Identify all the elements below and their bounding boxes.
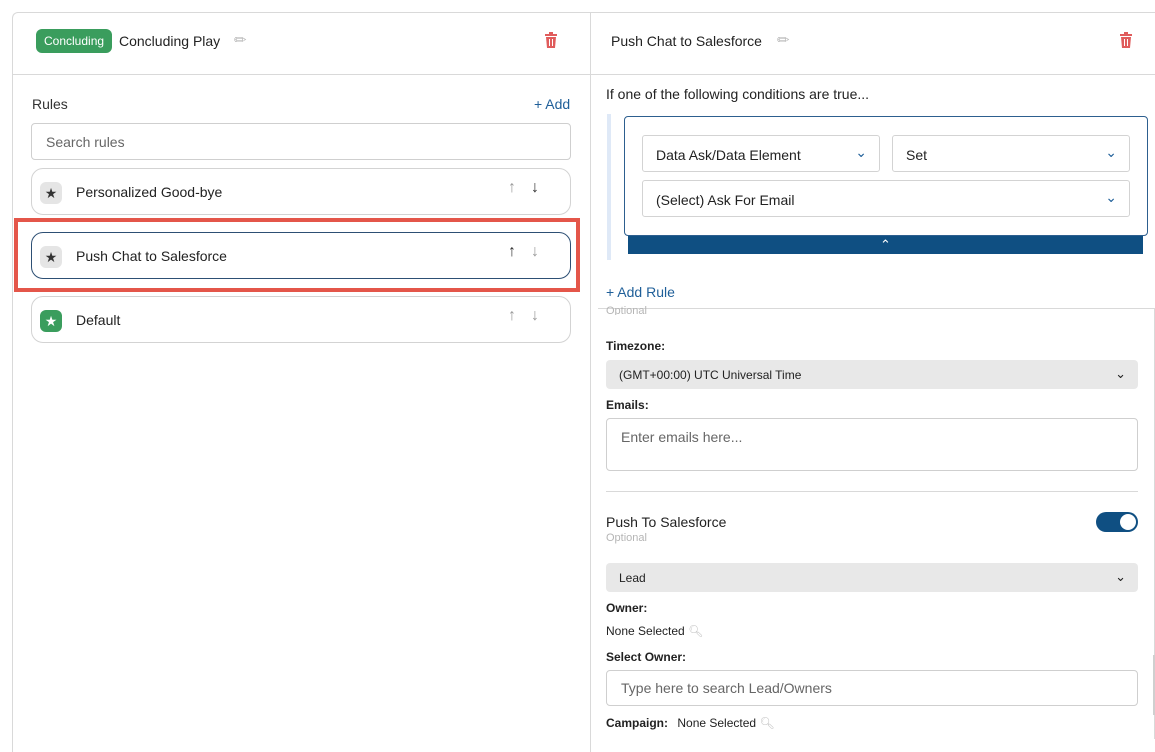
push-to-salesforce-label: Push To Salesforce — [606, 514, 727, 530]
condition-operator-select[interactable]: Set ⌄ — [892, 135, 1130, 172]
magnifier-icon[interactable]: 🔍︎ — [759, 716, 774, 730]
section-divider — [606, 491, 1138, 492]
salesforce-object-value: Lead — [619, 571, 646, 585]
arrow-up-icon[interactable]: ↑ — [508, 307, 516, 325]
trash-icon[interactable] — [1119, 32, 1133, 48]
owner-label: Owner: — [606, 601, 648, 615]
arrow-down-icon[interactable]: ↓ — [531, 179, 539, 197]
rule-title: Push Chat to Salesforce — [611, 33, 762, 49]
campaign-row: Campaign: None Selected 🔍︎ — [606, 716, 775, 730]
rule-item[interactable]: ★ Personalized Good-bye ↑ ↓ — [31, 168, 571, 215]
selection-highlight — [14, 218, 580, 292]
play-title: Concluding Play — [119, 33, 221, 49]
star-icon: ★ — [40, 310, 62, 332]
add-rule-button[interactable]: + Add — [534, 96, 570, 112]
header-divider — [12, 74, 1155, 75]
conditions-heading: If one of the following conditions are t… — [606, 86, 870, 102]
condition-field-value: Data Ask/Data Element — [656, 147, 801, 163]
collapse-condition-button[interactable]: ⌃ — [628, 236, 1143, 254]
rule-item[interactable]: ★ Default ↑ ↓ — [31, 296, 571, 343]
condition-value-select[interactable]: (Select) Ask For Email ⌄ — [642, 180, 1130, 217]
toggle-knob — [1120, 514, 1136, 530]
arrow-up-icon[interactable]: ↑ — [508, 179, 516, 197]
chevron-down-icon: ⌄ — [1115, 569, 1126, 584]
campaign-label: Campaign: — [606, 716, 669, 730]
emails-label: Emails: — [606, 398, 649, 412]
rule-item-label: Personalized Good-bye — [76, 184, 223, 200]
chevron-down-icon: ⌄ — [1105, 189, 1117, 205]
condition-group-bar — [607, 114, 611, 260]
timezone-select[interactable]: (GMT+00:00) UTC Universal Time ⌄ — [606, 360, 1138, 389]
magnifier-icon[interactable]: 🔍︎ — [688, 624, 703, 638]
pencil-icon[interactable]: ✏ — [777, 31, 790, 49]
timezone-value: (GMT+00:00) UTC Universal Time — [619, 368, 802, 382]
push-to-salesforce-toggle[interactable] — [1096, 512, 1138, 532]
owner-search-input[interactable] — [606, 670, 1138, 706]
condition-value: (Select) Ask For Email — [656, 192, 795, 208]
campaign-value: None Selected — [677, 716, 757, 730]
timezone-label: Timezone: — [606, 339, 666, 353]
add-condition-rule-button[interactable]: + Add Rule — [606, 284, 675, 300]
condition-field-select[interactable]: Data Ask/Data Element ⌄ — [642, 135, 880, 172]
select-owner-label: Select Owner: — [606, 650, 687, 664]
star-icon: ★ — [40, 182, 62, 204]
rules-heading: Rules — [32, 96, 68, 112]
pencil-icon[interactable]: ✏ — [234, 31, 247, 49]
chevron-down-icon: ⌄ — [855, 144, 867, 160]
owner-value: None Selected — [606, 624, 685, 638]
play-type-badge: Concluding — [36, 29, 113, 53]
search-rules-input[interactable] — [31, 123, 571, 160]
arrow-down-icon[interactable]: ↓ — [531, 307, 539, 325]
chevron-down-icon: ⌄ — [1115, 366, 1126, 381]
salesforce-object-select[interactable]: Lead ⌄ — [606, 563, 1138, 592]
chevron-down-icon: ⌄ — [1105, 144, 1117, 160]
owner-value-row: None Selected 🔍︎ — [606, 624, 703, 638]
trash-icon[interactable] — [544, 32, 558, 48]
chevron-up-icon: ⌃ — [880, 237, 891, 252]
condition-operator-value: Set — [906, 147, 928, 163]
push-optional-hint: Optional — [606, 532, 647, 544]
settings-top-border — [598, 308, 1155, 309]
rule-item-label: Default — [76, 312, 121, 328]
emails-input[interactable] — [606, 418, 1138, 471]
condition-group — [624, 116, 1148, 236]
optional-hint: Optional — [606, 305, 647, 315]
